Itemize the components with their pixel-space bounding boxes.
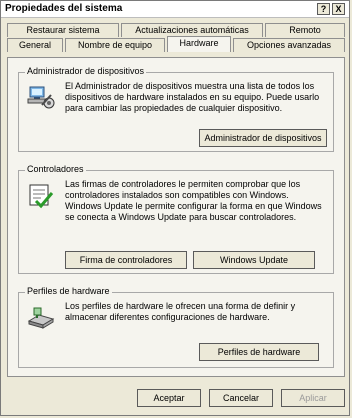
tab-advanced-options[interactable]: Opciones avanzadas — [233, 38, 345, 52]
device-manager-group: Administrador de dispositivos El Adminis… — [18, 66, 334, 152]
ok-button[interactable]: Aceptar — [137, 389, 201, 407]
title-bar[interactable]: Propiedades del sistema ? X — [1, 1, 349, 18]
device-manager-group-title: Administrador de dispositivos — [25, 66, 147, 76]
hardware-profiles-group-title: Perfiles de hardware — [25, 286, 112, 296]
drivers-group-title: Controladores — [25, 164, 86, 174]
device-manager-description: El Administrador de dispositivos muestra… — [65, 81, 320, 113]
hardware-profile-icon — [27, 303, 55, 331]
hardware-profiles-button[interactable]: Perfiles de hardware — [199, 343, 319, 361]
device-manager-icon — [27, 83, 55, 111]
tab-remote[interactable]: Remoto — [265, 23, 345, 37]
driver-certificate-icon — [27, 181, 55, 209]
driver-signing-button[interactable]: Firma de controladores — [65, 251, 187, 269]
window-title: Propiedades del sistema — [5, 3, 123, 14]
drivers-group: Controladores Las firmas de controladore… — [18, 164, 334, 274]
windows-update-button[interactable]: Windows Update — [193, 251, 315, 269]
help-icon: ? — [320, 4, 327, 14]
device-manager-button[interactable]: Administrador de dispositivos — [199, 129, 327, 147]
hardware-profiles-group: Perfiles de hardware Los perfiles de har… — [18, 286, 334, 368]
cancel-button[interactable]: Cancelar — [209, 389, 273, 407]
hardware-profiles-description: Los perfiles de hardware le ofrecen una … — [65, 301, 296, 322]
close-icon: X — [335, 4, 342, 14]
tab-general[interactable]: General — [7, 38, 63, 52]
tab-computer-name[interactable]: Nombre de equipo — [65, 38, 165, 52]
tab-automatic-updates[interactable]: Actualizaciones automáticas — [121, 23, 263, 37]
tab-hardware[interactable]: Hardware — [167, 36, 231, 52]
close-button[interactable]: X — [332, 3, 345, 15]
tab-system-restore[interactable]: Restaurar sistema — [7, 23, 119, 37]
help-button[interactable]: ? — [317, 3, 330, 15]
hardware-tab-panel: Administrador de dispositivos El Adminis… — [7, 57, 345, 377]
apply-button[interactable]: Aplicar — [281, 389, 345, 407]
tab-strip: Restaurar sistema Actualizaciones automá… — [7, 23, 345, 59]
system-properties-window: Propiedades del sistema ? X Restaurar si… — [0, 0, 350, 416]
drivers-description: Las firmas de controladores le permiten … — [65, 179, 322, 222]
